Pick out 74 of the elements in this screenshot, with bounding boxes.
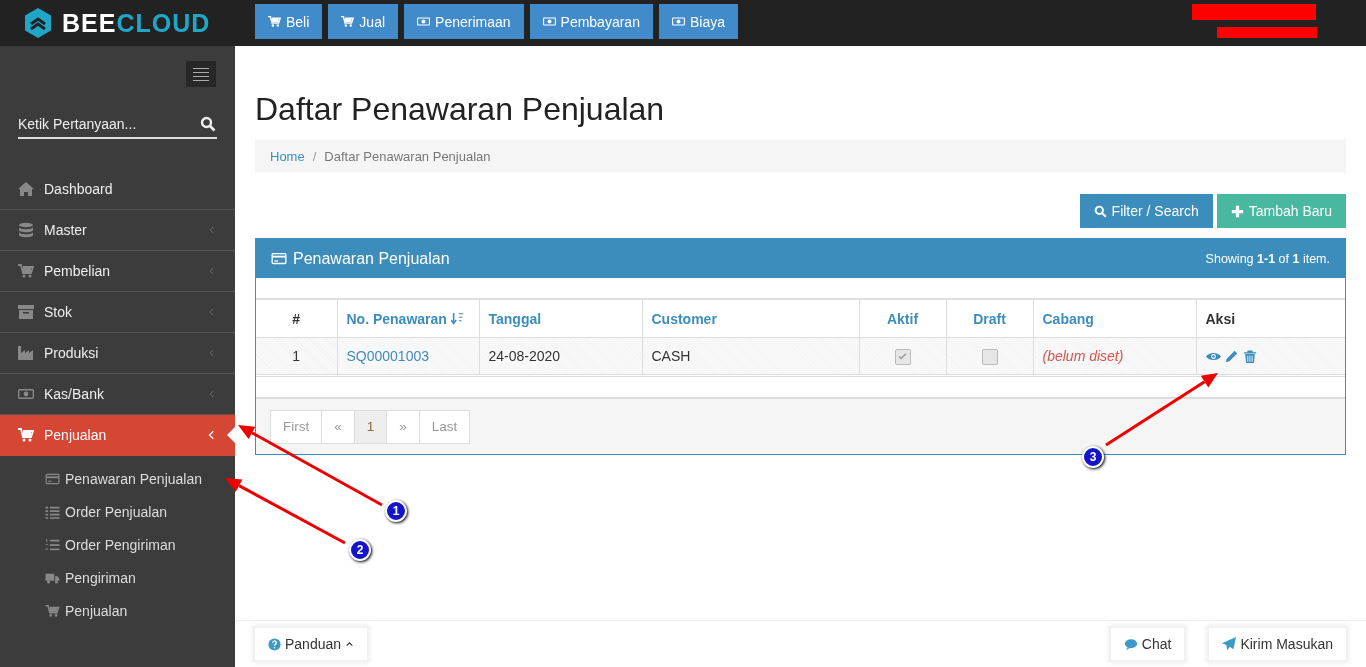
submenu-item[interactable]: Penawaran Penjualan [0,462,235,495]
column-header[interactable]: Tanggal [488,310,542,327]
chat-icon [1123,637,1138,651]
search-icon [1093,204,1107,218]
column-header[interactable]: Customer [651,310,717,327]
nav-button[interactable]: Biaya [658,4,738,39]
column-header[interactable]: Draft [973,310,1006,327]
nav-button[interactable]: Beli [255,4,323,39]
sort-icon [450,311,465,326]
money-icon [671,15,685,28]
send-icon [1222,637,1237,651]
database-icon [18,222,34,238]
column-header[interactable]: Cabang [1042,310,1094,327]
chevron-icon [207,265,217,277]
sidebar-item[interactable]: Produksi [0,333,235,374]
column-header: Aksi [1205,310,1236,327]
chevron-icon [207,224,217,236]
logo-icon [22,7,54,39]
chevron-icon [207,388,217,400]
menu-button[interactable] [186,61,216,87]
factory-icon [18,345,34,361]
money-icon [542,15,556,28]
filter-button[interactable]: Filter / Search [1079,194,1213,228]
submenu-item[interactable]: Order Penjualan [0,495,235,528]
page-link[interactable]: 1 [353,409,388,444]
cart-icon [45,603,60,618]
nav-button[interactable]: Jual [328,4,399,39]
guide-button[interactable]: Panduan [255,628,368,660]
nav-button[interactable]: Pembayaran [529,4,653,39]
cart-icon [268,15,281,28]
plus-icon [1230,204,1244,218]
archive-icon [18,304,34,320]
edit-icon [1224,349,1239,363]
sidebar-item[interactable]: Penjualan [0,415,235,456]
table-cell: 1 [292,348,301,364]
submenu-item[interactable]: Order Pengiriman [0,528,235,561]
breadcrumb-current: Daftar Penawaran Penjualan [324,148,491,164]
submenu-item[interactable]: Penjualan [0,594,235,627]
sidebar-item[interactable]: Stok [0,292,235,333]
feedback-button[interactable]: Kirim Masukan [1209,628,1346,660]
cart-icon [18,427,34,443]
chevron-icon [207,347,217,359]
chevron-icon [207,429,217,441]
column-header[interactable]: Aktif [886,310,919,327]
breadcrumb-link[interactable]: Home [270,148,305,164]
help-icon [268,637,281,651]
card-icon [45,471,60,486]
chat-button[interactable]: Chat [1110,628,1185,660]
breadcrumb-separator: / [312,148,317,164]
caret-icon [345,639,355,649]
cart-icon [341,15,355,28]
numbered-list-icon [45,537,60,552]
table-cell: CASH [651,348,691,364]
cart-icon [18,263,34,279]
submenu-item[interactable]: Pengiriman [0,561,235,594]
list-icon [45,504,60,519]
home-icon [18,181,34,197]
money-icon [18,386,34,402]
sidebar-item[interactable]: Master [0,210,235,251]
page-title: Daftar Penawaran Penjualan [255,91,666,128]
money-icon [417,15,431,28]
add-button[interactable]: Tambah Baru [1216,194,1346,228]
search-field[interactable]: Ketik Pertanyaan... [18,110,217,139]
trash-icon [1242,348,1257,364]
table-cell: (belum diset) [1042,348,1124,364]
nav-button[interactable]: Penerimaan [404,4,524,39]
summary-text: Showing 1-1 of 1 item. [1205,251,1330,266]
panel-title: Penawaran Penjualan [293,249,451,268]
table-cell: 24-08-2020 [488,348,561,364]
chevron-icon [207,306,217,318]
card-icon [271,251,287,266]
column-header: # [292,310,301,327]
brand-name: BEECLOUD [62,8,211,38]
search-icon [200,116,216,132]
